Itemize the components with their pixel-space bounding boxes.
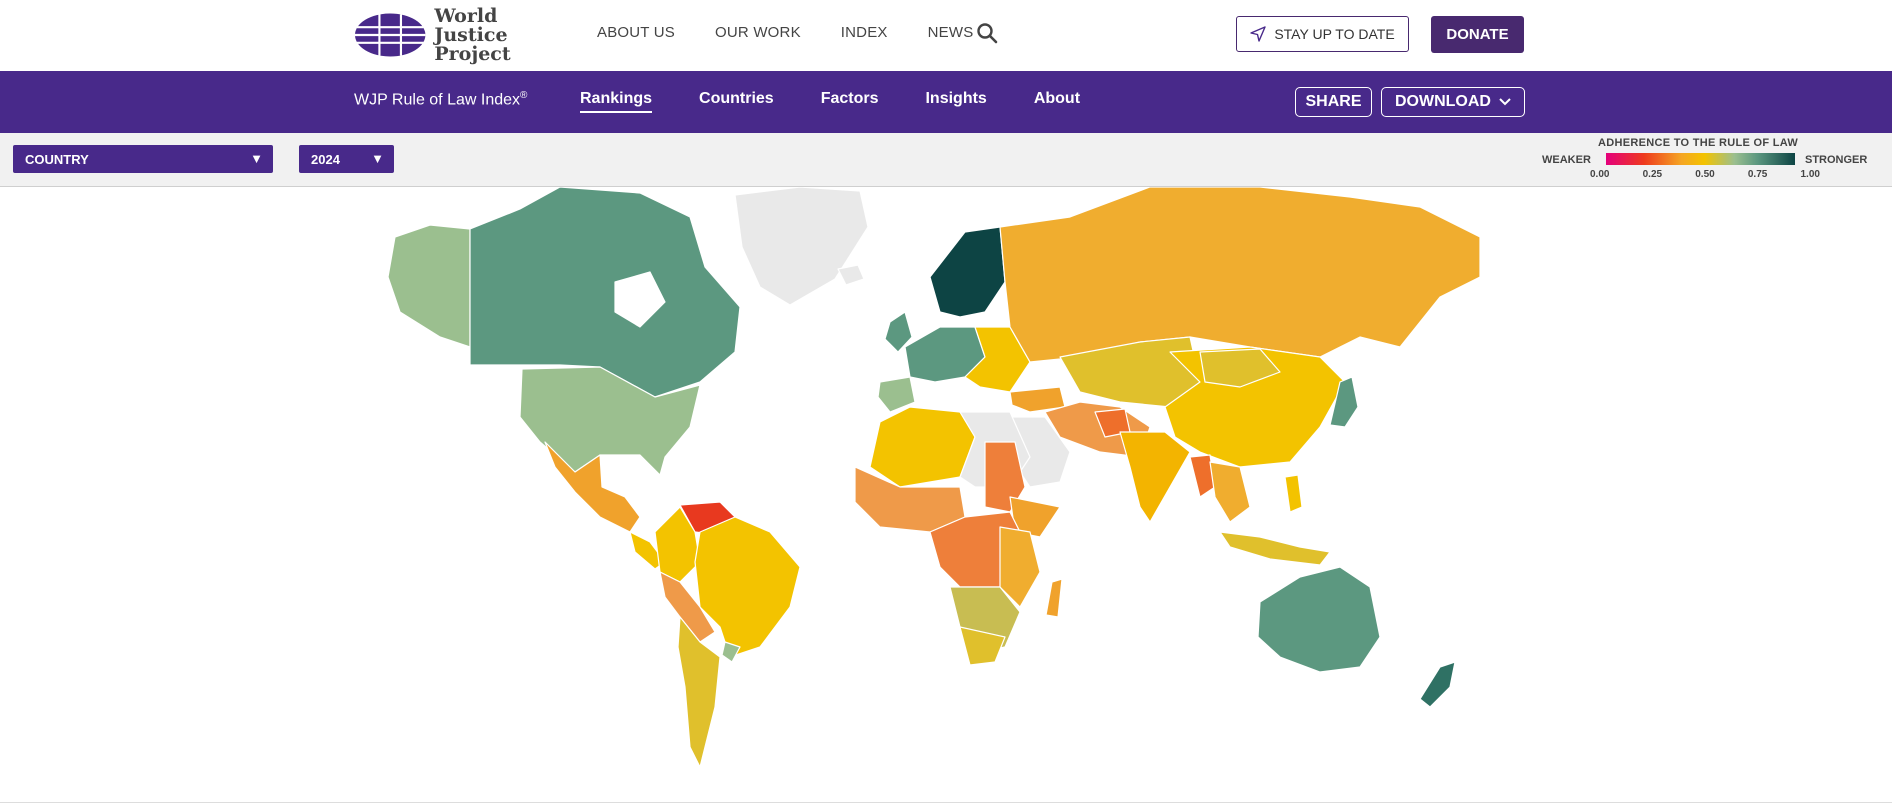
caret-down-icon: ▼ — [371, 151, 384, 166]
map-region-nordics[interactable] — [929, 226, 1006, 318]
map-region-philippines[interactable] — [1284, 474, 1303, 513]
legend-weaker-label: WEAKER — [1542, 154, 1591, 166]
send-icon — [1250, 26, 1267, 42]
legend-tick: 0.25 — [1642, 169, 1663, 180]
map-region-brazil[interactable] — [694, 516, 801, 658]
index-title[interactable]: WJP Rule of Law Index® — [354, 90, 527, 109]
legend-tick: 0.50 — [1695, 169, 1715, 180]
footer-divider — [0, 802, 1892, 803]
map-region-australia[interactable] — [1257, 566, 1381, 673]
nav-news[interactable]: NEWS — [928, 24, 974, 41]
logo-line-2: Project — [434, 42, 511, 65]
country-select-value: COUNTRY — [25, 151, 89, 167]
map-region-new-zealand[interactable] — [1419, 661, 1456, 708]
country-select[interactable]: COUNTRY ▼ — [13, 145, 273, 173]
share-button[interactable]: SHARE — [1295, 87, 1372, 117]
chevron-down-icon — [1499, 98, 1511, 106]
legend-tick: 1.00 — [1800, 169, 1820, 180]
map-region-russia[interactable] — [999, 187, 1481, 363]
legend-gradient — [1606, 153, 1795, 165]
index-subheader: WJP Rule of Law Index® Rankings Countrie… — [0, 71, 1892, 133]
index-tabs: Rankings Countries Factors Insights Abou… — [580, 90, 1127, 113]
tab-insights[interactable]: Insights — [925, 90, 986, 113]
map-region-madagascar[interactable] — [1045, 578, 1063, 618]
map-region-canada[interactable] — [469, 187, 741, 398]
map-region-southeast-asia[interactable] — [1209, 461, 1251, 523]
map-region-indonesia[interactable] — [1219, 531, 1331, 566]
search-icon[interactable] — [976, 22, 998, 44]
logo-text: World Justice Project — [434, 4, 574, 65]
donate-button[interactable]: DONATE — [1431, 16, 1524, 53]
tab-factors[interactable]: Factors — [821, 90, 879, 113]
tab-about[interactable]: About — [1034, 90, 1080, 113]
download-button[interactable]: DOWNLOAD — [1381, 87, 1525, 117]
registered-mark: ® — [520, 90, 528, 101]
logo-line-1: World Justice — [434, 4, 508, 46]
stay-label: STAY UP TO DATE — [1274, 26, 1395, 42]
nav-our-work[interactable]: OUR WORK — [715, 24, 801, 41]
map-region-myanmar[interactable] — [1189, 454, 1216, 498]
world-map[interactable] — [0, 187, 1892, 799]
top-header: World Justice Project ABOUT US OUR WORK … — [0, 0, 1892, 71]
year-select[interactable]: 2024 ▼ — [299, 145, 394, 173]
map-region-india[interactable] — [1119, 431, 1191, 523]
top-nav: ABOUT US OUR WORK INDEX NEWS — [597, 24, 1013, 41]
index-title-text: WJP Rule of Law Index — [354, 91, 521, 109]
legend-stronger-label: STRONGER — [1805, 154, 1868, 166]
legend-ticks: 0.00 0.25 0.50 0.75 1.00 — [1590, 169, 1820, 180]
year-select-value: 2024 — [311, 151, 340, 167]
map-region-greenland[interactable] — [734, 187, 869, 306]
nav-index[interactable]: INDEX — [841, 24, 888, 41]
map-region-alaska[interactable] — [387, 224, 471, 348]
caret-down-icon: ▼ — [250, 151, 263, 166]
legend-title: ADHERENCE TO THE RULE OF LAW — [1598, 137, 1799, 149]
tab-rankings[interactable]: Rankings — [580, 90, 653, 113]
globe-logo-icon — [354, 13, 426, 57]
legend-tick: 0.75 — [1747, 169, 1768, 180]
stay-up-to-date-button[interactable]: STAY UP TO DATE — [1236, 16, 1409, 52]
tab-countries[interactable]: Countries — [699, 90, 774, 113]
wjp-logo[interactable]: World Justice Project — [354, 6, 574, 63]
nav-about-us[interactable]: ABOUT US — [597, 24, 675, 41]
legend-tick: 0.00 — [1590, 169, 1610, 180]
download-label: DOWNLOAD — [1395, 93, 1491, 110]
map-region-iceland[interactable] — [837, 264, 865, 286]
map-region-north-africa[interactable] — [869, 406, 976, 488]
color-legend: ADHERENCE TO THE RULE OF LAW WEAKER STRO… — [1540, 137, 1880, 183]
